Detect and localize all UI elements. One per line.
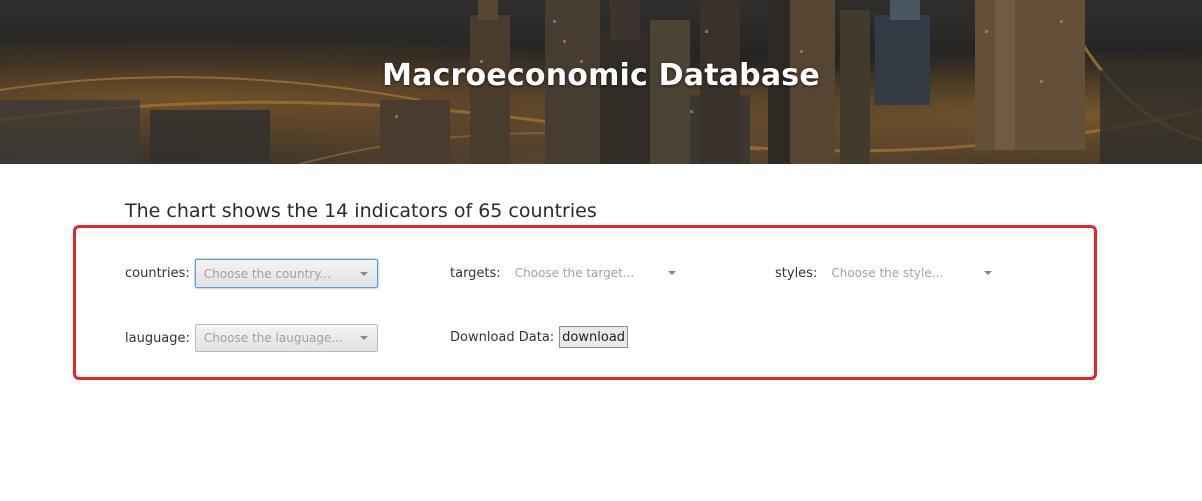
page: Macroeconomic Database The chart shows t… [0,0,1202,501]
chevron-down-icon [984,271,993,275]
language-field: lauguage: Choose the lauguage... [125,324,378,352]
countries-field: countries: Choose the country... [125,259,378,288]
countries-placeholder: Choose the country... [203,266,332,281]
targets-field: targets: Choose the target... [450,260,686,286]
download-field: Download Data: download [450,326,629,348]
targets-label: targets: [450,265,501,281]
chart-heading: The chart shows the 14 indicators of 65 … [125,200,597,222]
language-select[interactable]: Choose the lauguage... [194,324,378,352]
styles-select[interactable]: Choose the style... [822,260,1002,286]
chevron-down-icon [359,271,368,276]
download-button[interactable]: download [559,326,629,348]
highlight-box [73,225,1097,380]
styles-label: styles: [775,265,818,281]
countries-select[interactable]: Choose the country... [194,259,378,288]
targets-select[interactable]: Choose the target... [506,260,686,286]
page-title: Macroeconomic Database [382,58,820,93]
targets-placeholder: Choose the target... [514,266,635,280]
chevron-down-icon [667,271,676,275]
language-label: lauguage: [125,330,190,346]
styles-placeholder: Choose the style... [831,266,944,280]
chevron-down-icon [359,336,368,340]
download-label: Download Data: [450,329,555,345]
hero-banner: Macroeconomic Database [0,0,1202,164]
countries-label: countries: [125,266,190,281]
styles-field: styles: Choose the style... [775,260,1002,286]
language-placeholder: Choose the lauguage... [203,331,343,345]
